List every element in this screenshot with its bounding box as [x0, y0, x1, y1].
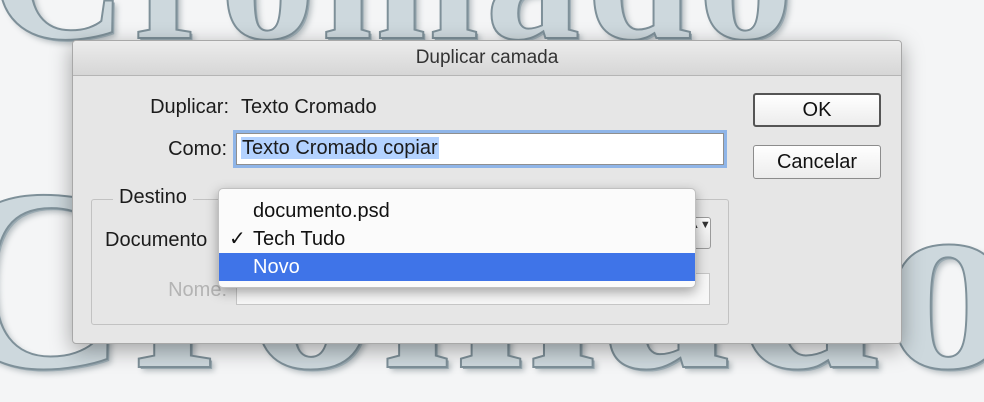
ok-button[interactable]: OK [753, 93, 881, 127]
checkmark-icon: ✓ [229, 228, 246, 250]
documento-label: Documento [105, 229, 208, 251]
documento-dropdown-menu: documento.psd ✓ Tech Tudo Novo [218, 188, 696, 288]
menu-item-label: Tech Tudo [253, 228, 346, 250]
menu-item-label: documento.psd [253, 200, 390, 222]
duplicar-label: Duplicar: [150, 96, 229, 118]
como-label: Como: [168, 138, 227, 160]
menu-item-documento-psd[interactable]: documento.psd [219, 197, 695, 225]
como-input-value: Texto Cromado copiar [241, 137, 439, 159]
menu-item-tech-tudo[interactable]: ✓ Tech Tudo [219, 225, 695, 253]
duplicar-value: Texto Cromado [241, 96, 377, 118]
dialog-title: Duplicar camada [73, 41, 901, 76]
nome-label: Nome: [168, 279, 227, 301]
menu-item-label: Novo [253, 256, 300, 278]
como-input[interactable]: Texto Cromado copiar [236, 133, 724, 165]
destino-group-title: Destino [113, 186, 193, 209]
menu-item-novo[interactable]: Novo [219, 253, 695, 281]
cancel-button[interactable]: Cancelar [753, 145, 881, 179]
